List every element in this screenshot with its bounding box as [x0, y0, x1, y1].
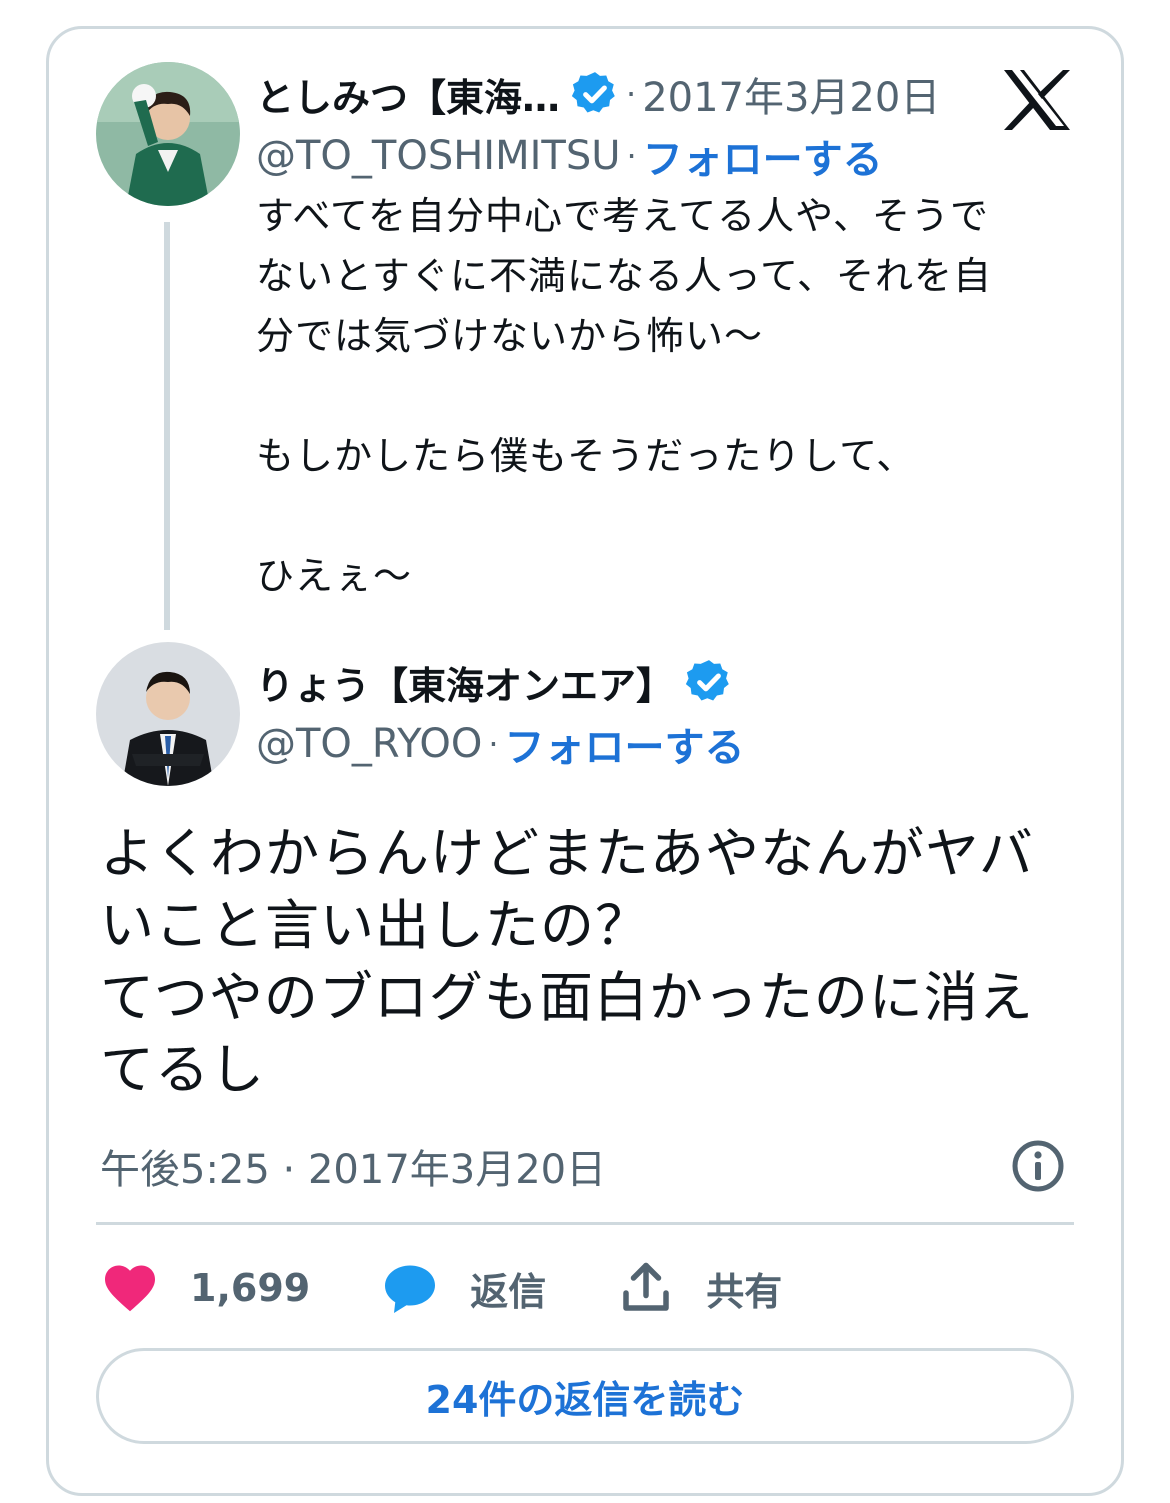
parent-tweet-header: としみつ【東海… · 2017年3月20日: [256, 66, 940, 122]
share-label: 共有: [706, 1269, 783, 1314]
follow-button-ryoo[interactable]: フォローする: [505, 715, 745, 773]
divider: [96, 1222, 1074, 1225]
separator-dot: ·: [626, 75, 637, 113]
main-handle-row: @TO_RYOO · フォローする: [256, 716, 745, 772]
share-icon: [616, 1258, 676, 1318]
reply-label: 返信: [470, 1269, 547, 1314]
share-button[interactable]: 共有: [616, 1258, 782, 1318]
main-tweet-timestamp[interactable]: 午後5:25 · 2017年3月20日: [100, 1138, 606, 1194]
verified-badge-icon: [684, 657, 734, 707]
like-button[interactable]: 1,699: [100, 1258, 310, 1318]
action-bar: 1,699 返信 共有: [100, 1256, 852, 1320]
parent-tweet-paragraph: もしかしたら僕もそうだったりして、: [256, 434, 916, 478]
like-count: 1,699: [190, 1266, 311, 1310]
follow-button-toshimitsu[interactable]: フォローする: [643, 127, 883, 185]
parent-tweet-date[interactable]: 2017年3月20日: [642, 65, 940, 123]
parent-display-name[interactable]: としみつ【東海…: [256, 67, 560, 122]
main-display-name[interactable]: りょう【東海オンエア】: [256, 655, 674, 710]
separator-dot: ·: [626, 137, 637, 175]
read-replies-button[interactable]: 24件の返信を読む: [96, 1348, 1074, 1444]
parent-tweet-paragraph: すべてを自分中心で考えてる人や、そうで ないとすぐに不満になる人って、それを自 …: [256, 194, 993, 358]
x-logo-icon[interactable]: [1002, 68, 1072, 132]
avatar-ryoo[interactable]: [96, 642, 240, 786]
main-tweet-text: よくわからんけどまたあやなんがヤバ いこと言い出したの？ てつやのブログも面白か…: [100, 822, 1034, 1101]
parent-tweet-paragraph: ひえぇ〜: [256, 554, 413, 598]
separator-dot: ·: [488, 725, 499, 763]
info-icon[interactable]: [1010, 1138, 1066, 1194]
heart-icon: [100, 1258, 160, 1318]
parent-handle-row: @TO_TOSHIMITSU · フォローする: [256, 128, 883, 184]
verified-badge-icon: [570, 69, 620, 119]
thread-connector-line: [164, 222, 170, 630]
parent-handle[interactable]: @TO_TOSHIMITSU: [256, 133, 621, 179]
parent-tweet-text: すべてを自分中心で考えてる人や、そうで ないとすぐに不満になる人って、それを自 …: [256, 186, 1096, 606]
main-tweet-header: りょう【東海オンエア】: [256, 654, 734, 710]
avatar-toshimitsu[interactable]: [96, 62, 240, 206]
reply-button[interactable]: 返信: [380, 1258, 546, 1318]
main-handle[interactable]: @TO_RYOO: [256, 721, 482, 767]
reply-bubble-icon: [380, 1258, 440, 1318]
